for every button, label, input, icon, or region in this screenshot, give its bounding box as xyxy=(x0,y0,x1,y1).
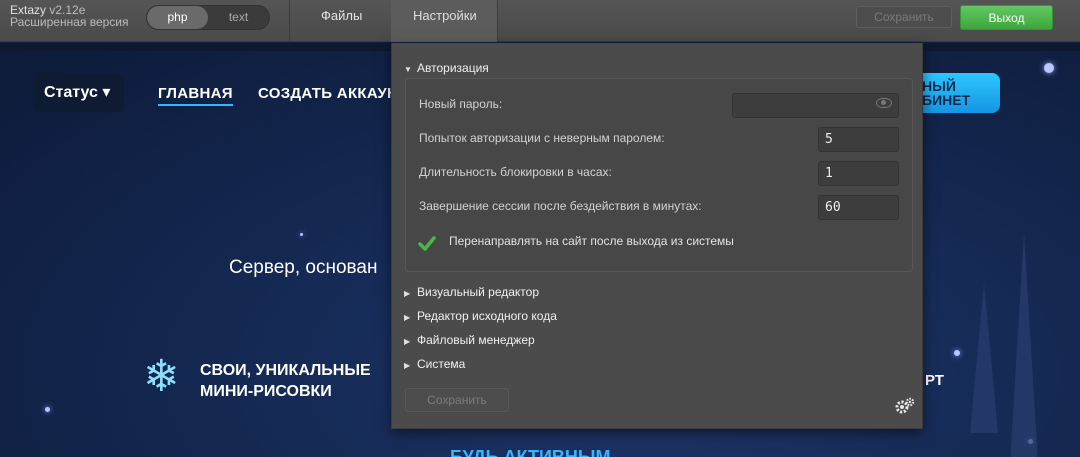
failed-attempts-label: Попыток авторизации с неверным паролем: xyxy=(419,131,665,145)
failed-attempts-field[interactable]: 5 xyxy=(818,127,899,152)
cabinet-line-1: НЫЙ xyxy=(922,78,956,94)
nav-home[interactable]: ГЛАВНАЯ xyxy=(158,85,233,106)
section-visual-editor-title: Визуальный редактор xyxy=(417,285,540,299)
toolbar-divider xyxy=(289,0,290,42)
eye-icon[interactable] xyxy=(876,98,892,108)
feature-line-2: МИНИ-РИСОВКИ xyxy=(200,383,332,400)
menu-settings[interactable]: Настройки xyxy=(391,0,497,42)
star xyxy=(45,407,50,412)
caret-down-icon: ▼ xyxy=(404,65,412,74)
feature-title: СВОИ, УНИКАЛЬНЫЕ МИНИ-РИСОВКИ xyxy=(200,360,371,402)
section-source-editor[interactable]: ▶ Редактор исходного кода xyxy=(404,309,557,323)
section-file-manager[interactable]: ▶ Файловый менеджер xyxy=(404,333,535,347)
mode-toggle: php text xyxy=(146,5,270,30)
star xyxy=(300,233,303,236)
lock-hours-field[interactable]: 1 xyxy=(818,161,899,186)
caret-right-icon: ▶ xyxy=(404,313,411,322)
section-system[interactable]: ▶ Система xyxy=(404,357,465,371)
menu-files[interactable]: Файлы xyxy=(321,0,362,42)
castle-spire xyxy=(970,283,998,433)
app-brand: Extazy v2.12e Расширенная версия xyxy=(10,4,129,28)
settings-panel: ▼ Авторизация Новый пароль: Попыток автор… xyxy=(391,43,923,429)
redirect-checkbox[interactable] xyxy=(418,235,436,253)
toolbar-divider xyxy=(497,0,498,42)
star xyxy=(954,350,960,356)
mode-php[interactable]: php xyxy=(147,6,208,29)
feature-right-fragment: РТ xyxy=(925,372,944,389)
cabinet-line-2: БИНЕТ xyxy=(922,92,971,108)
redirect-checkbox-label[interactable]: Перенаправлять на сайт после выхода из с… xyxy=(449,234,734,248)
mode-text[interactable]: text xyxy=(208,6,269,29)
section-auth-title: Авторизация xyxy=(417,61,489,75)
gears-icon[interactable] xyxy=(895,397,915,415)
caret-right-icon: ▶ xyxy=(404,337,411,346)
section-system-title: Система xyxy=(417,357,466,371)
menu-settings-label: Настройки xyxy=(413,8,477,23)
server-description: Сервер, основан xyxy=(229,257,378,278)
section-auth-header[interactable]: ▼ Авторизация xyxy=(404,61,489,75)
top-toolbar: Extazy v2.12e Расширенная версия php tex… xyxy=(0,0,1080,42)
star xyxy=(1044,63,1054,73)
settings-save-button[interactable]: Сохранить xyxy=(405,388,509,412)
section-source-editor-title: Редактор исходного кода xyxy=(417,309,557,323)
new-password-label: Новый пароль: xyxy=(419,97,503,111)
session-timeout-field[interactable]: 60 xyxy=(818,195,899,220)
castle-spire xyxy=(1010,233,1038,457)
caret-right-icon: ▶ xyxy=(404,361,411,370)
cabinet-button[interactable]: НЫЙ БИНЕТ xyxy=(910,73,1000,113)
session-timeout-label: Завершение сессии после бездействия в ми… xyxy=(419,199,702,213)
toolbar-save-button[interactable]: Сохранить xyxy=(856,6,952,28)
auth-settings-group: Новый пароль: Попыток авторизации с неве… xyxy=(405,78,913,272)
new-password-field[interactable] xyxy=(732,93,899,118)
feature-line-1: СВОИ, УНИКАЛЬНЫЕ xyxy=(200,362,371,379)
section-file-manager-title: Файловый менеджер xyxy=(417,333,535,347)
section-visual-editor[interactable]: ▶ Визуальный редактор xyxy=(404,285,539,299)
snowflake-icon: ❄ xyxy=(143,352,180,401)
bottom-heading: БУДЬ АКТИВНЫМ xyxy=(450,447,611,457)
lock-hours-label: Длительность блокировки в часах: xyxy=(419,165,612,179)
status-dropdown[interactable]: Статус ▾ xyxy=(34,74,124,112)
exit-button[interactable]: Выход xyxy=(960,5,1053,30)
app-edition: Расширенная версия xyxy=(10,15,129,29)
nav-create-account[interactable]: СОЗДАТЬ АККАУН xyxy=(258,85,398,102)
caret-right-icon: ▶ xyxy=(404,289,411,298)
